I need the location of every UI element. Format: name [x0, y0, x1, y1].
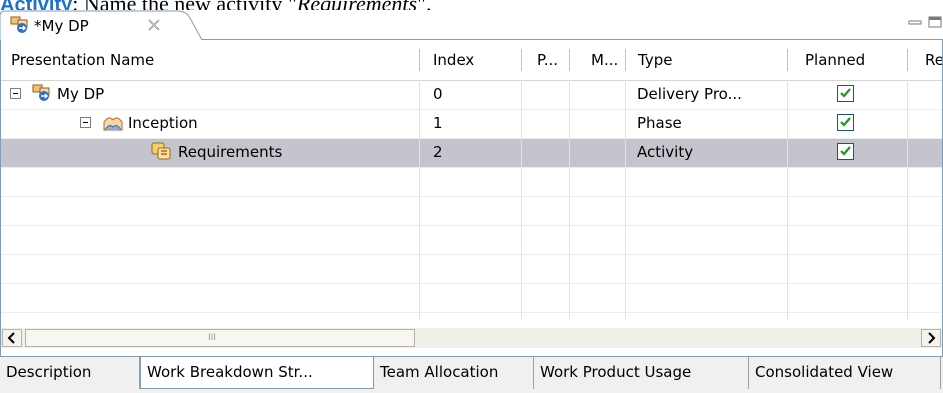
column-header-p[interactable]: P... [521, 40, 569, 80]
table-row[interactable]: Inception 1 Phase [1, 109, 942, 138]
tab-consolidated-view[interactable]: Consolidated View [749, 357, 941, 389]
scroll-left-button[interactable] [2, 329, 22, 347]
column-header-re[interactable]: Re [907, 40, 942, 80]
arrow-left-icon [7, 332, 15, 344]
column-header-planned[interactable]: Planned [787, 40, 907, 80]
row-name: Inception [128, 114, 198, 132]
planned-checkbox[interactable] [837, 85, 854, 102]
scroll-right-button[interactable] [921, 329, 941, 347]
editor-page-tabs: Description Work Breakdown Str... Team A… [0, 356, 943, 393]
column-header-presentation-name[interactable]: Presentation Name [1, 40, 419, 80]
collapse-toggle-icon[interactable] [10, 88, 21, 99]
table-row-selected[interactable]: Requirements 2 Activity [1, 138, 942, 167]
row-index: 2 [433, 143, 443, 161]
checkmark-icon [840, 117, 851, 127]
maximize-icon[interactable] [928, 16, 942, 28]
collapse-toggle-icon[interactable] [80, 117, 91, 128]
scrollbar-thumb[interactable]: III [25, 329, 415, 347]
table-row[interactable]: My DP 0 Delivery Pro... [1, 80, 942, 109]
planned-checkbox[interactable] [837, 114, 854, 131]
tab-description[interactable]: Description [0, 357, 140, 389]
row-type: Delivery Pro... [637, 85, 742, 103]
delivery-process-icon [10, 16, 28, 33]
activity-icon [151, 142, 171, 160]
tab-work-product-usage[interactable]: Work Product Usage [534, 357, 749, 389]
tab-team-allocation[interactable]: Team Allocation [374, 357, 534, 389]
close-icon[interactable] [146, 17, 162, 33]
planned-checkbox[interactable] [837, 143, 854, 160]
column-header-m[interactable]: M... [569, 40, 625, 80]
table-header: Presentation Name Index P... M... Type P… [1, 40, 942, 81]
row-name: Requirements [178, 143, 283, 161]
work-breakdown-table: Presentation Name Index P... M... Type P… [0, 40, 943, 356]
delivery-process-icon [32, 84, 50, 101]
row-name: My DP [57, 85, 105, 103]
checkmark-icon [840, 146, 851, 156]
arrow-right-icon [928, 332, 936, 344]
tab-work-breakdown-structure[interactable]: Work Breakdown Str... [140, 357, 374, 389]
column-header-index[interactable]: Index [419, 40, 521, 80]
row-type: Activity [637, 143, 694, 161]
row-index: 0 [433, 85, 443, 103]
scroll-grip: III [208, 333, 216, 343]
horizontal-scrollbar[interactable]: III [1, 328, 942, 348]
editor-tab-title: *My DP [34, 17, 89, 35]
row-type: Phase [637, 114, 682, 132]
phase-icon [103, 117, 123, 131]
process-editor: *My DP Presentation Name Index P... M...… [0, 10, 943, 356]
column-header-type[interactable]: Type [625, 40, 787, 80]
editor-tab-my-dp[interactable]: *My DP [0, 10, 203, 41]
editor-tab-strip: *My DP [0, 10, 943, 41]
minimize-icon[interactable] [908, 16, 922, 28]
checkmark-icon [840, 88, 851, 98]
row-index: 1 [433, 114, 443, 132]
